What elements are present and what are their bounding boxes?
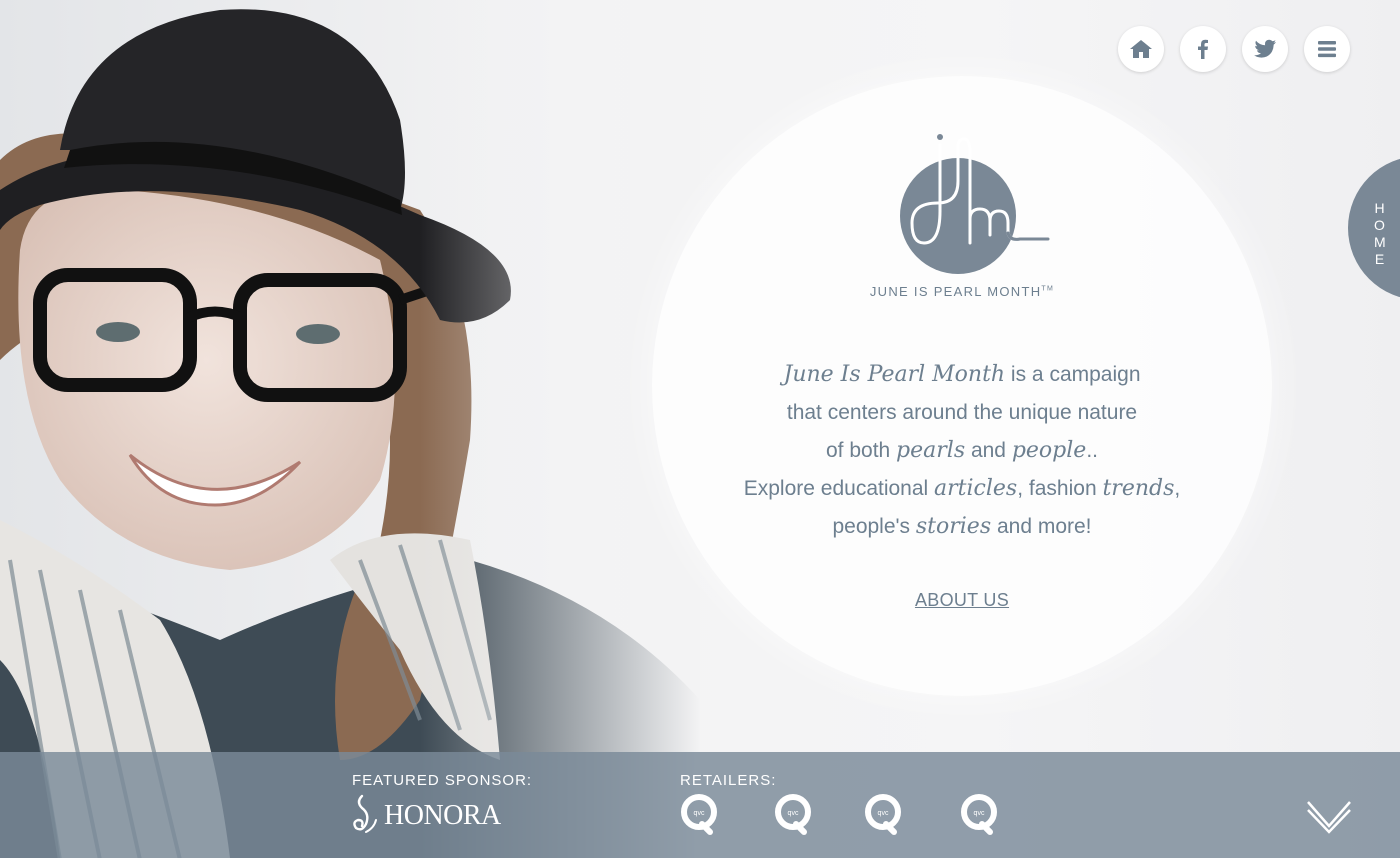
about-us-link[interactable]: ABOUT US — [915, 590, 1009, 610]
hero-photo — [0, 0, 700, 858]
honora-swirl-icon — [353, 794, 377, 833]
qvc-text: qvc — [694, 810, 705, 817]
menu-button[interactable] — [1304, 26, 1350, 72]
intro-line-5: people's stories and more! — [652, 508, 1272, 546]
social-nav — [1118, 26, 1350, 72]
intro-text: , fashion — [1017, 477, 1103, 500]
retailers-label: RETAILERS: — [680, 772, 777, 789]
sponsor-name: HONORA — [384, 800, 501, 831]
side-home-tab-label: HOME — [1374, 200, 1389, 267]
intro-circle: JUNE IS PEARL MONTHTM June Is Pearl Mont… — [652, 76, 1272, 696]
intro-script-pearls: pearls — [896, 438, 966, 463]
intro-text: and — [965, 439, 1012, 462]
jipm-logo — [900, 134, 1050, 274]
intro-text: of both — [825, 439, 897, 462]
about-us-container: ABOUT US — [652, 590, 1272, 611]
trademark: TM — [1041, 285, 1055, 293]
intro-script-trends: trends — [1102, 476, 1175, 501]
intro-script-stories: stories — [915, 514, 992, 539]
hero: HOME JUNE IS PEARL MONTHTM June Is Pearl… — [0, 0, 1400, 858]
retailer-logo-qvc-2[interactable]: qvc — [774, 794, 814, 836]
intro-line-1: June Is Pearl Month is a campaign — [652, 356, 1272, 394]
intro-line-3: of both pearls and people.. — [652, 432, 1272, 470]
sponsor-logo[interactable]: HONORA — [352, 794, 501, 838]
intro-line-2: that centers around the unique nature — [786, 401, 1138, 424]
intro-script-title: June Is Pearl Month — [783, 362, 1006, 387]
intro-text: , — [1174, 477, 1181, 500]
intro-script-articles: articles — [934, 476, 1018, 501]
facebook-icon — [1198, 39, 1208, 59]
footer-bar: FEATURED SPONSOR: HONORA RETAILERS: qvc … — [0, 752, 1400, 858]
intro-text: is a campaign — [1005, 363, 1141, 386]
menu-icon — [1318, 41, 1336, 58]
intro-script-people: people — [1011, 438, 1087, 463]
intro-text: people's — [832, 515, 916, 538]
home-button[interactable] — [1118, 26, 1164, 72]
qvc-text: qvc — [974, 810, 985, 817]
twitter-button[interactable] — [1242, 26, 1288, 72]
intro-text: Explore educational — [743, 477, 935, 500]
brand-name-text: JUNE IS PEARL MONTH — [869, 284, 1042, 299]
chevron-down-icon[interactable] — [1306, 798, 1352, 834]
intro-line-4: Explore educational articles, fashion tr… — [652, 470, 1272, 508]
intro-text: .. — [1086, 439, 1098, 462]
twitter-icon — [1254, 39, 1276, 58]
brand-name: JUNE IS PEARL MONTHTM — [652, 284, 1272, 299]
retailer-logo-qvc-4[interactable]: qvc — [960, 794, 1000, 836]
qvc-text: qvc — [878, 810, 889, 817]
intro-text: and more! — [991, 515, 1092, 538]
sponsor-label: FEATURED SPONSOR: — [352, 772, 533, 789]
side-home-tab[interactable]: HOME — [1348, 156, 1400, 300]
home-icon — [1130, 40, 1152, 58]
qvc-text: qvc — [788, 810, 799, 817]
facebook-button[interactable] — [1180, 26, 1226, 72]
intro-copy: June Is Pearl Month is a campaign that c… — [652, 356, 1272, 546]
retailer-logo-qvc-3[interactable]: qvc — [864, 794, 904, 836]
retailer-logo-qvc-1[interactable]: qvc — [680, 794, 720, 836]
